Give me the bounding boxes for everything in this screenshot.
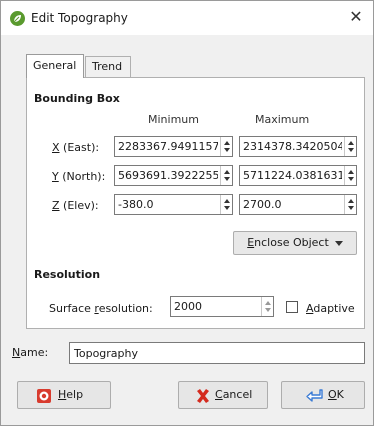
- lifebuoy-icon: [36, 388, 52, 404]
- x-min-field[interactable]: 2283367.9491157: [114, 136, 233, 157]
- name-input[interactable]: Topography: [69, 342, 365, 364]
- maximum-column-header: Maximum: [255, 113, 310, 126]
- y-max-field[interactable]: 5711224.0381631: [239, 165, 357, 186]
- adaptive-checkbox[interactable]: [286, 301, 298, 313]
- x-max-field[interactable]: 2314378.3420504: [239, 136, 357, 157]
- z-min-field[interactable]: -380.0: [114, 194, 233, 215]
- z-max-field[interactable]: 2700.0: [239, 194, 357, 215]
- resolution-heading: Resolution: [34, 268, 101, 281]
- window-title: Edit Topography: [31, 11, 128, 25]
- z-max-value: 2700.0: [243, 198, 282, 211]
- enclose-object-label: nclose Object: [254, 236, 329, 249]
- y-north-label: Y (North):: [52, 170, 106, 183]
- adaptive-label[interactable]: Adaptive: [306, 302, 355, 315]
- leaf-icon: [10, 11, 25, 26]
- tab-trend[interactable]: Trend: [85, 56, 131, 77]
- red-x-icon: [195, 388, 211, 404]
- name-label: Name:: [12, 346, 49, 359]
- spin-arrows-icon[interactable]: [220, 195, 232, 214]
- close-icon[interactable]: ✕: [347, 8, 365, 26]
- cancel-label: Cancel: [215, 388, 253, 401]
- spin-arrows-icon[interactable]: [344, 166, 356, 185]
- surface-resolution-field[interactable]: 2000: [170, 296, 274, 317]
- spin-arrows-icon[interactable]: [220, 137, 232, 156]
- x-east-label: X (East):: [52, 141, 100, 154]
- surface-resolution-label: Surface resolution:: [49, 302, 153, 315]
- y-min-value: 5693691.3922255: [118, 169, 218, 182]
- tab-general[interactable]: General: [26, 54, 84, 78]
- help-button[interactable]: Help: [17, 381, 111, 409]
- z-elev-label: Z (Elev):: [52, 199, 99, 212]
- ok-label: OK: [328, 388, 344, 401]
- spin-arrows-icon[interactable]: [220, 166, 232, 185]
- help-label: Help: [58, 388, 84, 401]
- cancel-button[interactable]: Cancel: [178, 381, 268, 409]
- bounding-box-heading: Bounding Box: [34, 92, 120, 105]
- title-bar: Edit Topography ✕: [1, 1, 373, 35]
- caret-down-icon: [334, 240, 343, 246]
- spin-arrows-icon[interactable]: [344, 137, 356, 156]
- edit-topography-dialog: Edit Topography ✕ General Trend Bounding…: [0, 0, 374, 426]
- tab-trend-label: Trend: [92, 60, 123, 73]
- x-min-value: 2283367.9491157: [118, 140, 218, 153]
- tab-general-label: General: [33, 59, 77, 72]
- spin-arrows-icon[interactable]: [344, 195, 356, 214]
- z-min-value: -380.0: [118, 198, 154, 211]
- enclose-object-button[interactable]: Enclose Object: [233, 231, 357, 255]
- general-panel: Bounding Box Minimum Maximum X (East): 2…: [26, 77, 365, 329]
- spin-arrows-icon[interactable]: [261, 297, 273, 316]
- enter-arrow-icon: [306, 388, 323, 404]
- y-max-value: 5711224.0381631: [243, 169, 342, 182]
- y-min-field[interactable]: 5693691.3922255: [114, 165, 233, 186]
- ok-button[interactable]: OK: [281, 381, 365, 409]
- x-max-value: 2314378.3420504: [243, 140, 342, 153]
- minimum-column-header: Minimum: [148, 113, 199, 126]
- surface-resolution-value: 2000: [174, 300, 202, 313]
- name-value: Topography: [74, 347, 139, 360]
